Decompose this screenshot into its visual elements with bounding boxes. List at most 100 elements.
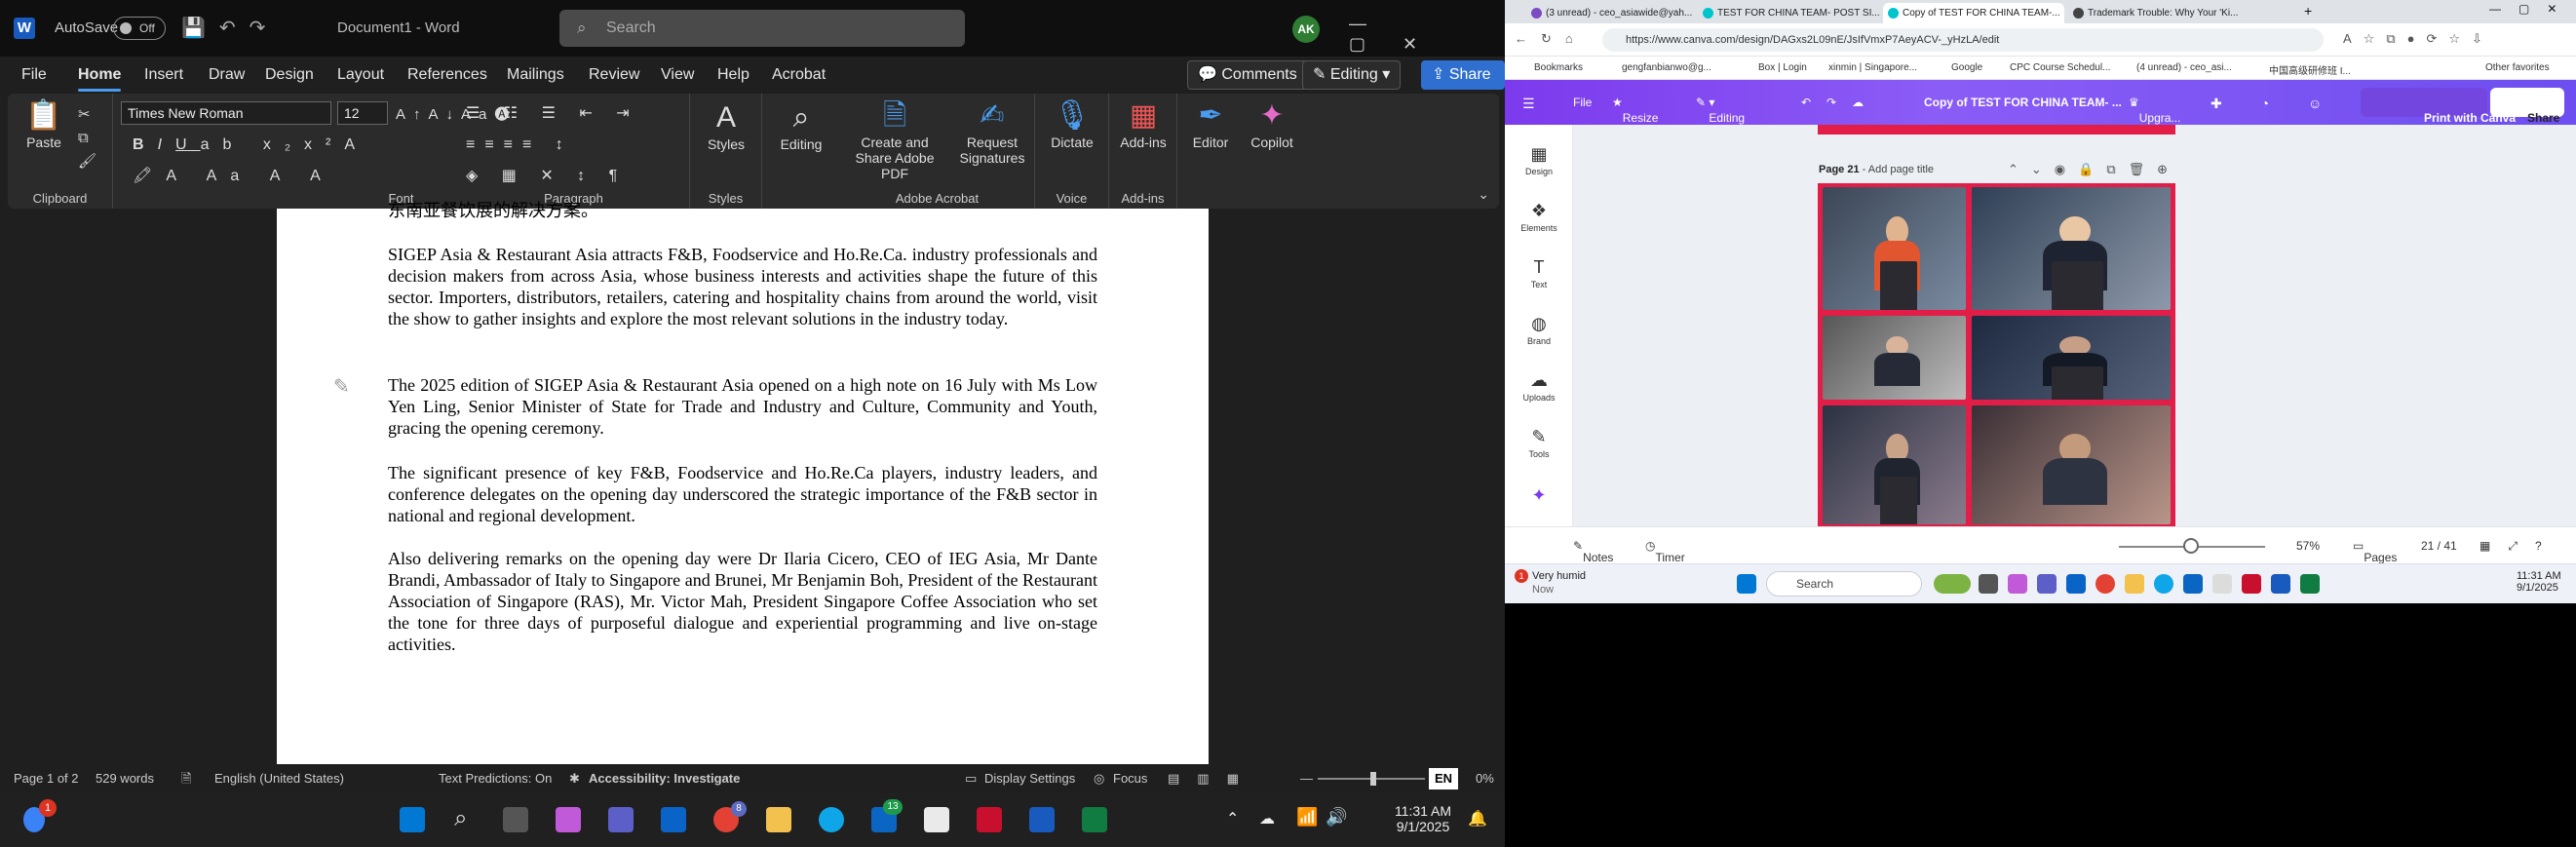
editing-button[interactable]: ⌕ Editing bbox=[770, 99, 832, 152]
canva-zoom-level[interactable]: 57% bbox=[2296, 539, 2320, 553]
timer-button[interactable]: ◷ Timer bbox=[1645, 539, 1685, 564]
canva-resize-button[interactable]: ★ Resize bbox=[1612, 96, 1658, 125]
app-icon-green-arrow[interactable] bbox=[924, 807, 949, 832]
dictate-button[interactable]: 🎙 Dictate bbox=[1041, 97, 1103, 150]
canva-zoom-handle[interactable] bbox=[2183, 538, 2199, 554]
mcafee-icon[interactable] bbox=[977, 807, 1002, 832]
excel-icon[interactable] bbox=[2300, 574, 2320, 594]
bookmark-0[interactable]: Bookmarks bbox=[1534, 62, 1583, 73]
url-field[interactable]: https://www.canva.com/design/DAGxs2L09nE… bbox=[1602, 28, 2324, 52]
browser-tab-trademark[interactable]: Trademark Trouble: Why Your 'Ki... bbox=[2068, 3, 2249, 23]
bookmark-7[interactable]: 中国高级研修班 I... bbox=[2269, 62, 2351, 77]
speaker-photo-2[interactable] bbox=[1972, 187, 2171, 310]
paste-button[interactable]: 📋 Paste bbox=[19, 97, 68, 150]
canva-action-icons[interactable]: ✚ ◔ ☺ bbox=[2211, 96, 2339, 112]
tray-expand-icon[interactable]: ⌃ bbox=[1226, 809, 1239, 828]
document-page[interactable]: 东南亚餐饮展的解决方案。 SIGEP Asia & Restaurant Asi… bbox=[277, 201, 1209, 764]
avatar[interactable]: AK bbox=[1292, 16, 1320, 43]
view-mode-icons[interactable]: ▤▥▦ bbox=[1168, 764, 1256, 793]
paragraph-2[interactable]: The 2025 edition of SIGEP Asia & Restaur… bbox=[388, 374, 1097, 439]
shading-border-icons[interactable]: ◈ ▦ ✕ ↕ ¶ bbox=[466, 166, 627, 185]
bold-italic-underline-icons[interactable]: BIUab x₂x²A bbox=[133, 136, 368, 154]
excel-icon[interactable] bbox=[1082, 807, 1107, 832]
pages-button[interactable]: ▭ Pages bbox=[2353, 539, 2397, 564]
word-search-box[interactable]: ⌕ Search bbox=[559, 10, 965, 47]
autosave-toggle[interactable]: Off bbox=[113, 17, 166, 40]
start-icon[interactable] bbox=[1737, 574, 1756, 594]
editor-button[interactable]: ✒ Editor bbox=[1183, 97, 1238, 150]
outlook-icon[interactable] bbox=[2066, 574, 2086, 594]
accessibility-status[interactable]: Accessibility: Investigate bbox=[589, 764, 740, 793]
tab-insert[interactable]: Insert bbox=[144, 66, 183, 84]
styles-button[interactable]: A Styles bbox=[698, 99, 754, 152]
bookmark-other[interactable]: Other favorites bbox=[2485, 62, 2550, 73]
start-icon[interactable] bbox=[400, 807, 425, 832]
teams-icon[interactable] bbox=[2037, 574, 2057, 594]
print-with-canva-button[interactable]: Print with Canva bbox=[2361, 88, 2516, 125]
bookmark-4[interactable]: Google bbox=[1951, 62, 1982, 73]
browser-tab-yahoo[interactable]: (3 unread) - ceo_asiawide@yah... bbox=[1526, 3, 1692, 23]
bookmark-5[interactable]: CPC Course Schedul... bbox=[2010, 62, 2110, 73]
nav-icons[interactable]: ←↻⌂ bbox=[1515, 31, 1587, 47]
tab-review[interactable]: Review bbox=[589, 66, 639, 84]
speaker-photo-1[interactable] bbox=[1823, 187, 1966, 310]
font-name-select[interactable]: Times New Roman bbox=[121, 101, 331, 125]
paragraph-3[interactable]: The significant presence of key F&B, Foo… bbox=[388, 462, 1097, 526]
tab-home[interactable]: Home bbox=[78, 66, 122, 92]
share-button[interactable]: ⇪ Share ▾ bbox=[1421, 60, 1505, 110]
canva-menu-icon[interactable]: ☰ bbox=[1522, 96, 1535, 112]
canva-editing-button[interactable]: ✎ Editing ▾ bbox=[1696, 96, 1745, 125]
proofing-icon[interactable]: 🗎 bbox=[181, 764, 191, 793]
tab-references[interactable]: References bbox=[407, 66, 487, 84]
tab-file[interactable]: File bbox=[21, 66, 47, 84]
speaker-photo-6[interactable] bbox=[1972, 405, 2171, 524]
copilot-taskbar-icon[interactable] bbox=[556, 807, 581, 832]
side-text[interactable]: T Text bbox=[1505, 257, 1573, 289]
create-share-pdf-button[interactable]: 🗎 Create and Share Adobe PDF bbox=[842, 97, 947, 181]
tab-mailings[interactable]: Mailings bbox=[507, 66, 564, 84]
magic-button[interactable]: ✦ bbox=[1505, 485, 1573, 508]
notes-button[interactable]: ✎ Notes bbox=[1573, 539, 1613, 564]
copilot-icon[interactable] bbox=[2008, 574, 2027, 594]
word-icon[interactable] bbox=[2271, 574, 2290, 594]
request-signatures-button[interactable]: ✍ Request Signatures bbox=[955, 97, 1029, 166]
page-controls-icons[interactable]: ⌃⌄◉🔒⧉🗑⊕ bbox=[2008, 162, 2180, 177]
weather-alert-icon[interactable]: 1 bbox=[1515, 569, 1528, 583]
network-volume-icons[interactable]: 📶🔊 bbox=[1296, 807, 1356, 828]
edge-icon[interactable] bbox=[819, 807, 844, 832]
input-language-badge[interactable]: EN bbox=[1429, 768, 1459, 789]
side-elements[interactable]: ❖ Elements bbox=[1505, 201, 1573, 233]
side-uploads[interactable]: ☁ Uploads bbox=[1505, 370, 1573, 403]
taskbar-search[interactable]: Search bbox=[1766, 571, 1922, 597]
text-predictions-status[interactable]: Text Predictions: On bbox=[439, 764, 552, 793]
copilot-button[interactable]: ✦ Copilot bbox=[1242, 97, 1302, 150]
mcafee-icon[interactable] bbox=[2242, 574, 2261, 594]
speaker-photo-4[interactable] bbox=[1972, 316, 2171, 400]
bookmark-1[interactable]: gengfanbianwo@g... bbox=[1622, 62, 1711, 73]
focus-mode[interactable]: Focus bbox=[1113, 764, 1147, 793]
app-icon-green-arrow[interactable] bbox=[2212, 574, 2232, 594]
view-fullscreen-help-icons[interactable]: ▦⤢? bbox=[2480, 539, 2559, 554]
canva-design-title[interactable]: Copy of TEST FOR CHINA TEAM- ... bbox=[1924, 96, 2122, 109]
outlook-icon[interactable] bbox=[661, 807, 686, 832]
task-view-icon[interactable] bbox=[1979, 574, 1998, 594]
weather-status[interactable]: Very humid bbox=[1532, 570, 1586, 582]
canva-share-button[interactable]: Share bbox=[2490, 88, 2564, 125]
word-count[interactable]: 529 words bbox=[96, 764, 154, 793]
file-explorer-icon[interactable] bbox=[2125, 574, 2144, 594]
task-view-icon[interactable] bbox=[503, 807, 528, 832]
tab-layout[interactable]: Layout bbox=[337, 66, 384, 84]
edge-icon[interactable] bbox=[2154, 574, 2173, 594]
zoom-slider-handle[interactable] bbox=[1370, 772, 1376, 786]
speaker-photo-3[interactable] bbox=[1823, 316, 1966, 400]
side-design[interactable]: ▦ Design bbox=[1505, 144, 1573, 176]
file-explorer-icon[interactable] bbox=[766, 807, 791, 832]
tab-view[interactable]: View bbox=[661, 66, 694, 84]
editing-mode-button[interactable]: ✎ Editing ▾ bbox=[1302, 60, 1402, 90]
tab-draw[interactable]: Draw bbox=[209, 66, 245, 84]
zoom-out-icon[interactable]: — bbox=[1300, 764, 1313, 793]
undo-redo-icons[interactable]: ↶↷☁ bbox=[1801, 96, 1879, 109]
canva-upgrade-button[interactable]: ♛ Upgra... bbox=[2129, 96, 2180, 125]
align-icons[interactable]: ≡≡≡≡ ↕ bbox=[466, 136, 573, 154]
quick-access-icons[interactable]: 💾↶↷ bbox=[181, 16, 279, 40]
